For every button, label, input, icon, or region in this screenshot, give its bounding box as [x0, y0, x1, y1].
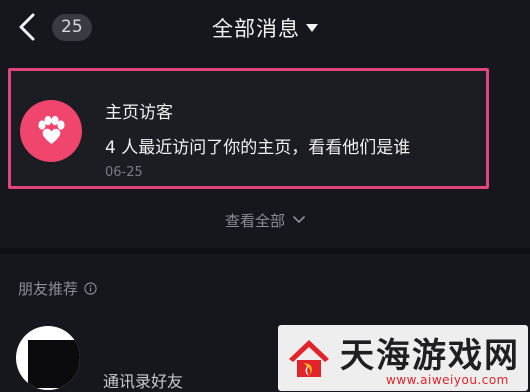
- watermark-url: www.aiweiyou.com: [386, 373, 509, 387]
- avatar-redaction: [28, 340, 80, 388]
- house-logo-icon: [289, 340, 329, 377]
- avatar[interactable]: [16, 326, 80, 390]
- notification-description: 4 人最近访问了你的主页，看看他们是谁: [105, 138, 411, 158]
- section-divider: [0, 248, 530, 254]
- visitor-notification-card[interactable]: 主页访客 4 人最近访问了你的主页，看看他们是谁 06-25: [8, 68, 489, 189]
- watermark-text: 天海游戏网: [340, 336, 520, 376]
- view-all-label: 查看全部: [224, 211, 285, 230]
- title-dropdown[interactable]: 全部消息: [0, 12, 530, 44]
- chevron-down-icon: [293, 216, 305, 223]
- top-bar: 25 全部消息: [0, 0, 530, 56]
- notification-icon-badge: [20, 100, 82, 162]
- caret-down-icon: [306, 24, 318, 32]
- notification-title: 主页访客: [105, 103, 173, 123]
- friend-item-label[interactable]: 通讯录好友: [103, 368, 183, 392]
- page-title: 全部消息: [212, 17, 300, 41]
- info-icon[interactable]: [84, 282, 97, 295]
- notification-date: 06-25: [105, 165, 143, 180]
- paw-heart-icon: [38, 115, 65, 144]
- watermark: 天海游戏网 www.aiweiyou.com: [278, 325, 528, 391]
- friend-recommend-header: 朋友推荐: [18, 278, 97, 299]
- section-title: 朋友推荐: [18, 280, 79, 298]
- view-all-button[interactable]: 查看全部: [0, 208, 530, 232]
